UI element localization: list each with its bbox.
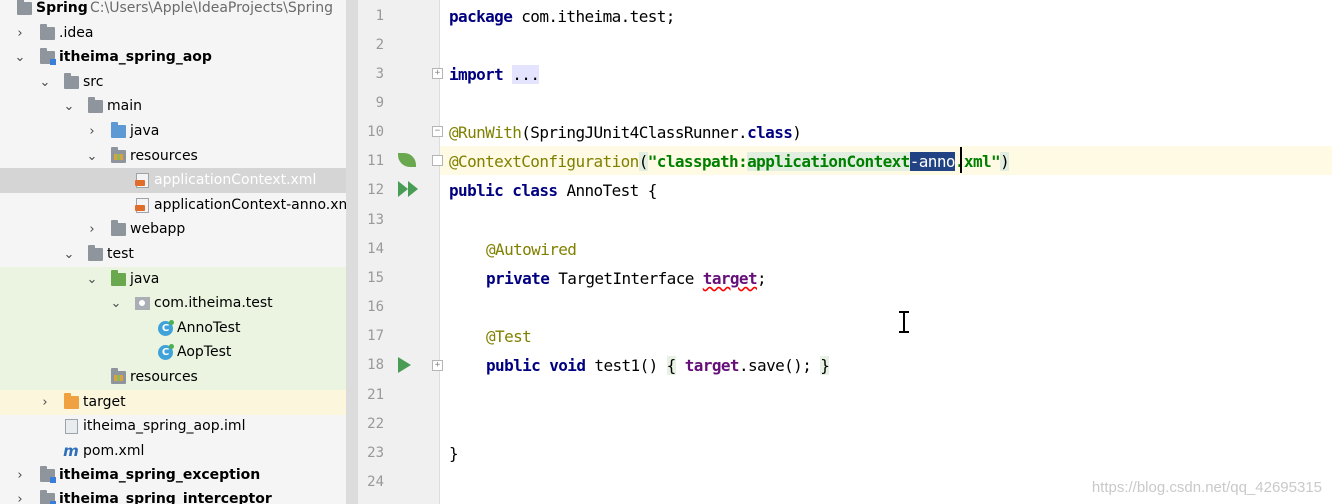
tree-row-idea[interactable]: › .idea [0, 21, 346, 46]
tree-row-main[interactable]: ⌄ main [0, 94, 346, 119]
resources-folder-icon [111, 147, 126, 163]
line-number: 11 [367, 153, 384, 169]
tree-row-test[interactable]: ⌄ test [0, 242, 346, 267]
line-number: 18 [367, 357, 384, 373]
folder-icon [88, 97, 103, 113]
code-line-11: @ContextConfiguration("classpath:applica… [449, 152, 1010, 171]
folder-icon [40, 24, 55, 40]
tree-row-itheima-spring-exception[interactable]: › itheima_spring_exception [0, 463, 346, 488]
code-line-3: import ... [449, 65, 540, 84]
source-folder-icon [111, 122, 126, 138]
module-icon [40, 48, 56, 65]
tree-row-test-resources[interactable]: resources [0, 365, 346, 390]
tree-row-project-root[interactable]: Spring C:\Users\Apple\IdeaProjects\Sprin… [0, 0, 346, 21]
chevron-down-icon[interactable]: ⌄ [39, 70, 51, 95]
code-line-18: public void test1() { target.save(); } [486, 356, 830, 375]
tree-row-main-resources[interactable]: ⌄ resources [0, 144, 346, 169]
code-line-15: private TargetInterface target; [486, 269, 767, 288]
chevron-down-icon[interactable]: ⌄ [14, 45, 26, 70]
code-line-14: @Autowired [486, 240, 577, 259]
line-number: 14 [367, 241, 384, 257]
line-number: 2 [375, 37, 384, 53]
chevron-down-icon[interactable]: ⌄ [63, 242, 75, 267]
test-folder-icon [111, 270, 126, 286]
iml-file-icon [65, 419, 78, 434]
line-number: 13 [367, 212, 384, 228]
editor-gutter[interactable]: 1 2 3 9 10 11 12 13 14 15 16 17 18 21 22… [358, 0, 443, 504]
run-class-icon[interactable] [398, 181, 418, 197]
line-number: 15 [367, 270, 384, 286]
module-folder-icon [17, 0, 32, 15]
chevron-right-icon[interactable]: › [14, 463, 26, 488]
spring-bean-leaf-icon[interactable] [398, 153, 416, 167]
tree-row-aoptest[interactable]: C AopTest [0, 340, 346, 365]
line-number: 23 [367, 445, 384, 461]
chevron-down-icon[interactable]: ⌄ [86, 144, 98, 169]
code-line-23: } [449, 444, 459, 463]
resources-folder-icon [111, 368, 126, 384]
maven-icon: m [63, 442, 79, 460]
line-number: 10 [367, 124, 384, 140]
package-icon [135, 297, 150, 310]
code-line-12: public class AnnoTest { [449, 181, 657, 200]
class-icon: C [158, 320, 174, 336]
code-line-17: @Test [486, 327, 532, 346]
tree-row-annotest[interactable]: C AnnoTest [0, 316, 346, 341]
xml-file-icon [135, 198, 149, 213]
line-number: 3 [375, 66, 384, 82]
code-line-10: @RunWith(SpringJUnit4ClassRunner.class) [449, 123, 802, 142]
chevron-right-icon[interactable]: › [14, 487, 26, 504]
tree-row-itheima-spring-interceptor[interactable]: › itheima_spring_interceptor [0, 487, 346, 504]
chevron-down-icon[interactable]: ⌄ [110, 291, 122, 316]
folder-icon [88, 245, 103, 261]
line-number: 17 [367, 328, 384, 344]
tree-row-package[interactable]: ⌄ com.itheima.test [0, 291, 346, 316]
folded-imports: ... [512, 65, 540, 84]
line-number: 1 [375, 8, 384, 24]
line-number: 21 [367, 387, 384, 403]
run-test-icon[interactable] [398, 357, 411, 373]
line-number: 16 [367, 299, 384, 315]
excluded-folder-icon [64, 393, 79, 409]
chevron-right-icon[interactable]: › [14, 21, 26, 46]
project-name: Spring [36, 0, 88, 16]
xml-file-icon [135, 173, 149, 188]
web-folder-icon [111, 220, 126, 236]
chevron-down-icon[interactable]: ⌄ [86, 267, 98, 292]
line-number: 24 [367, 474, 384, 490]
tree-row-webapp[interactable]: › webapp [0, 217, 346, 242]
code-editor[interactable]: package com.itheima.test; import ... @Ru… [440, 0, 1332, 504]
line-number: 9 [375, 95, 384, 111]
tree-row-applicationcontext-xml[interactable]: applicationContext.xml [0, 168, 346, 193]
chevron-right-icon[interactable]: › [39, 390, 51, 415]
tree-row-src[interactable]: ⌄ src [0, 70, 346, 95]
tree-row-itheima-spring-aop[interactable]: ⌄ itheima_spring_aop [0, 45, 346, 70]
module-icon [40, 490, 56, 504]
text-caret [960, 147, 962, 173]
chevron-right-icon[interactable]: › [86, 217, 98, 242]
class-icon: C [158, 344, 174, 360]
folder-icon [64, 73, 79, 89]
tree-row-target[interactable]: › target [0, 390, 346, 415]
chevron-right-icon[interactable]: › [86, 119, 98, 144]
tree-row-test-java[interactable]: ⌄ java [0, 267, 346, 292]
ibeam-cursor-icon [897, 311, 911, 333]
watermark: https://blog.csdn.net/qq_42695315 [1091, 479, 1322, 496]
tree-row-applicationcontext-anno-xml[interactable]: applicationContext-anno.xml [0, 193, 346, 218]
line-number: 12 [367, 182, 384, 198]
panel-splitter[interactable] [346, 0, 358, 504]
tree-row-pom[interactable]: m pom.xml [0, 439, 346, 464]
text-selection: -anno [909, 152, 955, 171]
tree-row-iml[interactable]: itheima_spring_aop.iml [0, 414, 346, 439]
project-path: C:\Users\Apple\IdeaProjects\Spring [90, 0, 333, 16]
code-line-1: package com.itheima.test; [449, 7, 675, 26]
module-icon [40, 466, 56, 483]
line-number: 22 [367, 416, 384, 432]
chevron-down-icon[interactable]: ⌄ [63, 94, 75, 119]
project-tree: Spring C:\Users\Apple\IdeaProjects\Sprin… [0, 0, 346, 504]
tree-row-main-java[interactable]: › java [0, 119, 346, 144]
